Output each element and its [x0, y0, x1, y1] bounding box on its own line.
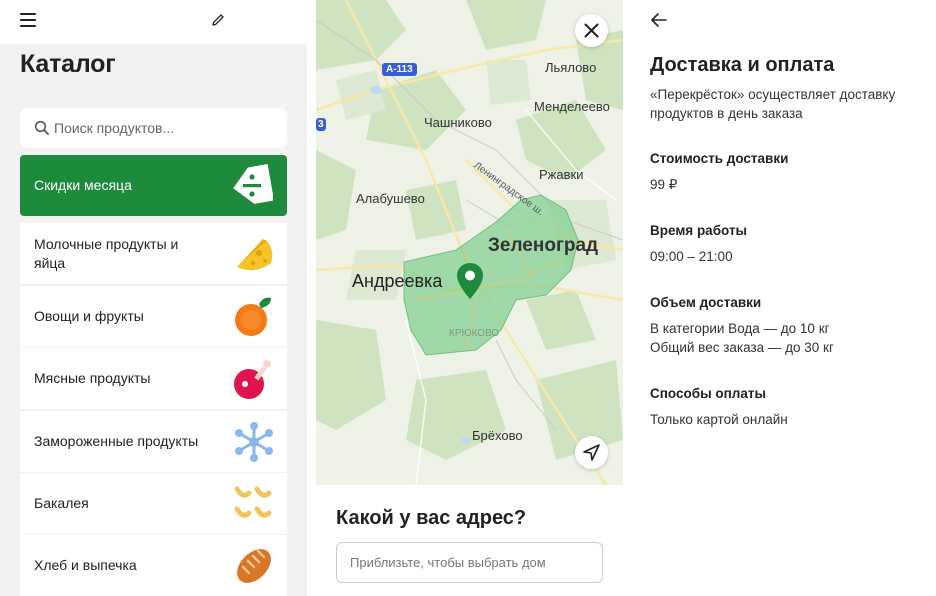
address-input[interactable] — [336, 542, 603, 583]
category-label: Бакалея — [34, 495, 89, 511]
road-badge-a113: А-113 — [382, 63, 417, 76]
place-andreevka: Андреевка — [352, 271, 443, 291]
volume-line-water: В категории Вода — до 10 кг — [650, 321, 830, 336]
category-discounts[interactable]: Скидки месяца — [20, 155, 287, 216]
category-label: Овощи и фрукты — [34, 308, 144, 324]
place-chashnikovo: Чашниково — [424, 115, 492, 130]
navigation-arrow-icon — [583, 444, 600, 461]
category-vegetables-fruits[interactable]: Овощи и фрукты — [20, 286, 287, 347]
category-label: Молочные продукты и яйца — [34, 235, 179, 271]
catalog-panel: Каталог Скидки месяца Молочные продукты … — [0, 0, 307, 596]
edit-pencil-icon[interactable] — [210, 12, 226, 28]
search-icon — [34, 120, 49, 135]
delivery-info-panel: Доставка и оплата «Перекрёсток» осуществ… — [623, 0, 936, 596]
search-input[interactable] — [54, 108, 274, 148]
category-dairy[interactable]: Молочные продукты и яйца — [20, 223, 287, 284]
map-view[interactable]: А-113 3 Льялово Менделеево Чашниково Ржа… — [316, 0, 623, 485]
volume-line-total: Общий вес заказа — до 30 кг — [650, 340, 834, 355]
catalog-title: Каталог — [20, 50, 116, 78]
close-icon — [584, 23, 599, 38]
road-badge-3: 3 — [316, 118, 326, 131]
delivery-description: «Перекрёсток» осуществляет доставку прод… — [650, 87, 896, 121]
catalog-topbar — [0, 0, 307, 44]
discount-tag-icon — [233, 164, 273, 204]
place-kryukovo: КРЮКОВО — [449, 328, 500, 339]
cost-heading: Стоимость доставки — [650, 151, 789, 166]
search-box[interactable] — [20, 108, 287, 148]
ham-icon — [234, 360, 271, 399]
delivery-title: Доставка и оплата — [650, 54, 835, 76]
place-lyalovo: Льялово — [545, 60, 597, 75]
pasta-icon — [234, 486, 272, 518]
place-brekhovo: Брёхово — [472, 428, 523, 443]
map-pin-icon — [457, 263, 483, 299]
category-label: Скидки месяца — [34, 177, 132, 193]
place-rzhavki: Ржавки — [539, 167, 584, 182]
place-mendeleevo: Менделеево — [534, 99, 610, 114]
hours-heading: Время работы — [650, 223, 748, 238]
category-meat[interactable]: Мясные продукты — [20, 348, 287, 409]
cheese-icon — [237, 239, 273, 271]
category-label: Замороженные продукты — [34, 433, 199, 449]
locate-me-button[interactable] — [575, 436, 608, 469]
snowflake-icon — [235, 422, 273, 462]
category-frozen[interactable]: Замороженные продукты — [20, 411, 287, 472]
bread-icon — [237, 549, 271, 583]
payment-heading: Способы оплаты — [650, 386, 766, 401]
cost-value: 99 ₽ — [650, 177, 678, 192]
app-root: Каталог Скидки месяца Молочные продукты … — [0, 0, 936, 596]
payment-value: Только картой онлайн — [650, 412, 788, 427]
address-panel: Какой у вас адрес? — [316, 485, 623, 596]
category-label: Мясные продукты — [34, 370, 151, 386]
category-bread[interactable]: Хлеб и выпечка — [20, 535, 287, 596]
category-grocery[interactable]: Бакалея — [20, 473, 287, 534]
back-arrow-icon[interactable] — [650, 11, 668, 29]
category-label: Хлеб и выпечка — [34, 557, 137, 573]
map-close-button[interactable] — [575, 14, 608, 47]
place-alabushevo: Алабушево — [356, 191, 425, 206]
hours-value: 09:00 – 21:00 — [650, 249, 733, 264]
address-title: Какой у вас адрес? — [336, 507, 527, 529]
menu-icon[interactable] — [20, 13, 36, 27]
place-zelenograd: Зеленоград — [488, 235, 599, 256]
volume-heading: Объем доставки — [650, 295, 762, 310]
orange-icon — [235, 297, 271, 336]
